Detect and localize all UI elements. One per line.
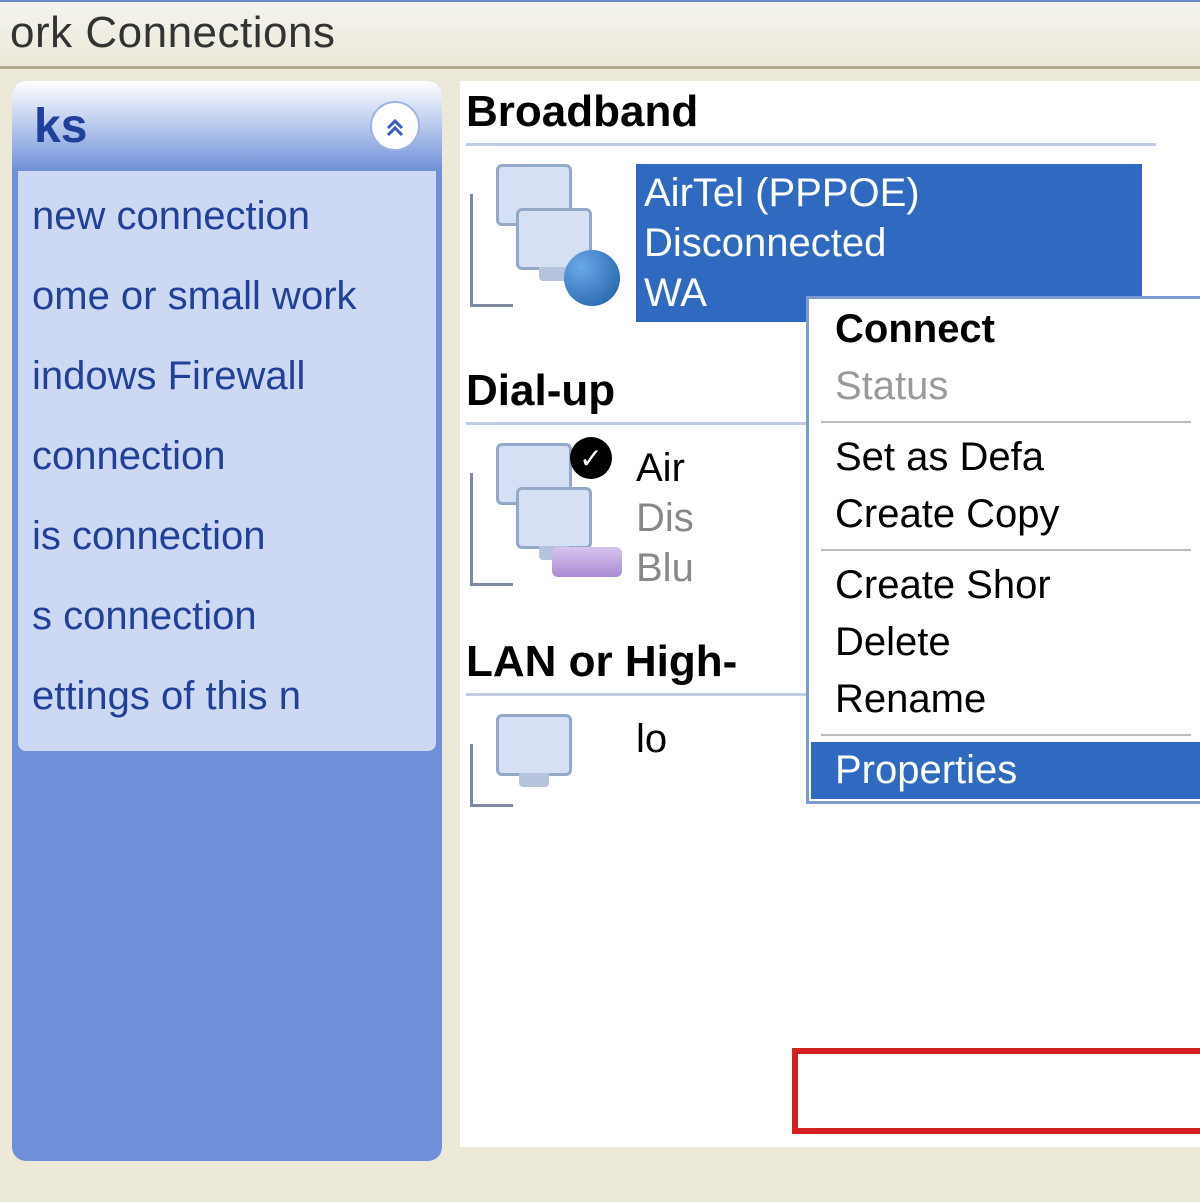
dialup-connection-icon: ✓ [466, 443, 626, 593]
task-home-small-network[interactable]: ome or small work [32, 271, 426, 321]
connection-name: AirTel (PPPOE) [644, 168, 1134, 218]
task-settings[interactable]: ettings of this n [32, 671, 426, 721]
menu-separator [821, 549, 1191, 551]
group-header-broadband: Broadband [466, 87, 1200, 137]
menu-separator [821, 734, 1191, 736]
connection-status: Disconnected [644, 218, 1134, 268]
network-connections-window: ork Connections ks new connection ome or… [0, 0, 1200, 1202]
group-rule [466, 143, 1156, 146]
tasks-sidebar: ks new connection ome or small work indo… [12, 81, 442, 1161]
menu-set-default[interactable]: Set as Defa [811, 429, 1200, 486]
menu-properties[interactable]: Properties [811, 742, 1200, 799]
menu-status: Status [811, 358, 1200, 415]
task-windows-firewall[interactable]: indows Firewall [32, 351, 426, 401]
menu-create-shortcut[interactable]: Create Shor [811, 557, 1200, 614]
context-menu: Connect Status Set as Defa Create Copy C… [806, 296, 1200, 804]
collapse-icon[interactable] [370, 101, 420, 151]
menu-connect[interactable]: Connect [811, 301, 1200, 358]
connection-device: Blu [636, 543, 694, 593]
task-connection-3[interactable]: s connection [32, 591, 426, 641]
broadband-connection-icon [466, 164, 626, 314]
menu-create-copy[interactable]: Create Copy [811, 486, 1200, 543]
task-connection-1[interactable]: connection [32, 431, 426, 481]
lan-connection-icon [466, 714, 626, 864]
tasks-panel-header[interactable]: ks [12, 81, 442, 171]
task-connection-2[interactable]: is connection [32, 511, 426, 561]
menu-delete[interactable]: Delete [811, 614, 1200, 671]
menu-separator [821, 421, 1191, 423]
window-title: ork Connections [0, 2, 1200, 69]
connection-label: Air Dis Blu [636, 443, 694, 593]
connection-name: Air [636, 443, 694, 493]
menu-rename[interactable]: Rename [811, 671, 1200, 728]
connection-label: lo [636, 714, 667, 764]
default-check-icon: ✓ [570, 437, 612, 479]
tasks-panel-title: ks [34, 99, 87, 154]
connection-status: Dis [636, 493, 694, 543]
task-new-connection[interactable]: new connection [32, 191, 426, 241]
tasks-panel-body: new connection ome or small work indows … [18, 171, 436, 751]
connection-name: lo [636, 714, 667, 764]
